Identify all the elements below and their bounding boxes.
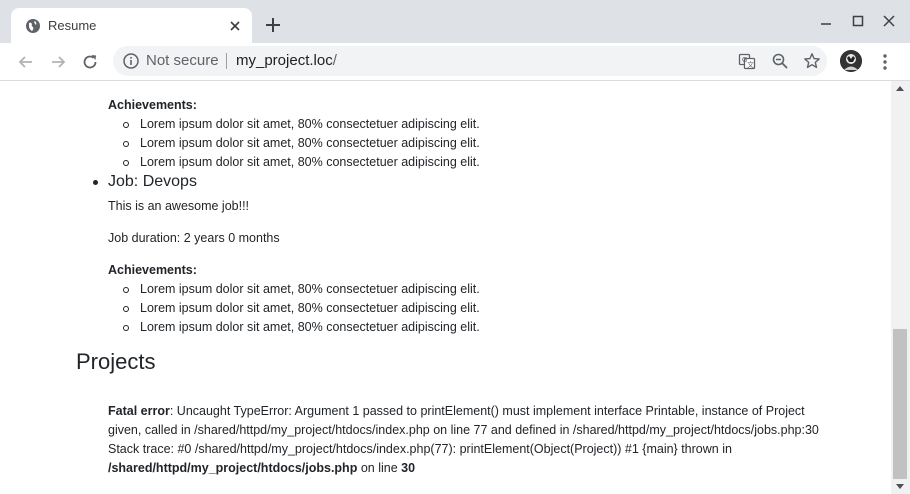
- list-item: Lorem ipsum dolor sit amet, 80% consecte…: [140, 282, 480, 296]
- omnibox[interactable]: Not secure my_project.loc/ G 文: [113, 46, 827, 76]
- list-bullet: [123, 325, 129, 331]
- avatar[interactable]: [840, 50, 862, 72]
- list-bullet: [123, 287, 129, 293]
- list-bullet: [123, 306, 129, 312]
- job-title: Job: Devops: [108, 173, 197, 190]
- achievements-label: Achievements:: [108, 98, 197, 112]
- error-label: Fatal error: [108, 404, 170, 418]
- projects-heading: Projects: [76, 349, 156, 374]
- window-close-icon[interactable]: [881, 13, 897, 29]
- page-viewport: Achievements: Lorem ipsum dolor sit amet…: [0, 81, 891, 494]
- close-icon[interactable]: [227, 18, 243, 34]
- tab-title: Resume: [48, 18, 97, 33]
- forward-arrow-icon[interactable]: [48, 52, 68, 72]
- list-item: Lorem ipsum dolor sit amet, 80% consecte…: [140, 320, 480, 334]
- toolbar: Not secure my_project.loc/ G 文: [0, 43, 910, 80]
- list-item: Lorem ipsum dolor sit amet, 80% consecte…: [140, 301, 480, 315]
- php-error: Fatal error: Uncaught TypeError: Argumen…: [108, 402, 838, 478]
- list-item: Lorem ipsum dolor sit amet, 80% consecte…: [140, 136, 480, 150]
- omnibox-divider: [226, 53, 227, 69]
- list-bullet: [123, 160, 129, 166]
- list-bullet: [93, 180, 98, 185]
- plus-icon[interactable]: [263, 15, 283, 35]
- svg-text:文: 文: [747, 60, 754, 69]
- job-description: This is an awesome job!!!: [108, 199, 250, 213]
- info-icon[interactable]: [122, 52, 140, 70]
- back-arrow-icon[interactable]: [16, 52, 36, 72]
- vertical-scrollbar[interactable]: [891, 81, 910, 494]
- achievements-label: Achievements:: [108, 263, 197, 277]
- translate-icon[interactable]: G 文: [738, 52, 756, 70]
- error-line-number: 30: [401, 461, 416, 475]
- error-on-line: on line: [357, 461, 402, 475]
- error-file: /shared/httpd/my_project/htdocs/jobs.php: [108, 461, 358, 475]
- tab-resume[interactable]: Resume: [11, 8, 252, 43]
- list-item: Lorem ipsum dolor sit amet, 80% consecte…: [140, 117, 480, 131]
- error-message: : Uncaught TypeError: Argument 1 passed …: [108, 404, 819, 456]
- maximize-icon[interactable]: [850, 13, 866, 29]
- url-host: my_project.loc: [236, 52, 333, 69]
- list-item: Lorem ipsum dolor sit amet, 80% consecte…: [140, 155, 480, 169]
- zoom-out-icon[interactable]: [771, 52, 789, 70]
- scroll-down-arrow-icon[interactable]: [896, 484, 904, 489]
- scrollbar-thumb[interactable]: [893, 329, 907, 479]
- minimize-icon[interactable]: [818, 13, 834, 29]
- kebab-menu-icon[interactable]: [874, 51, 896, 73]
- url-path: /: [332, 52, 337, 69]
- list-bullet: [123, 122, 129, 128]
- url-text[interactable]: my_project.loc/: [236, 52, 337, 70]
- globe-icon: [26, 19, 40, 33]
- list-bullet: [123, 141, 129, 147]
- avatar-image: [840, 50, 862, 72]
- star-icon[interactable]: [803, 52, 821, 70]
- job-duration: Job duration: 2 years 0 months: [108, 231, 280, 245]
- tab-strip: Resume: [0, 0, 910, 43]
- security-label[interactable]: Not secure: [146, 52, 219, 70]
- reload-icon[interactable]: [80, 52, 100, 72]
- scroll-up-arrow-icon[interactable]: [896, 86, 904, 91]
